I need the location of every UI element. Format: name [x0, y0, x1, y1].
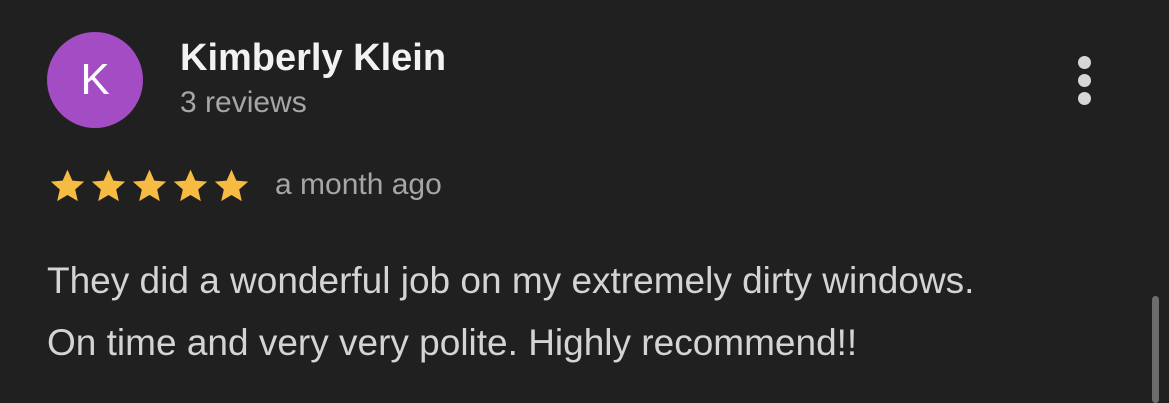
- author-review-count[interactable]: 3 reviews: [180, 86, 307, 120]
- star-icon: [132, 169, 167, 202]
- star-rating: [47, 166, 252, 206]
- avatar[interactable]: K: [47, 32, 143, 128]
- avatar-initial: K: [80, 55, 110, 104]
- more-vert-icon: [1078, 56, 1091, 69]
- scrollbar[interactable]: [1152, 296, 1159, 403]
- review-time: a month ago: [275, 168, 442, 201]
- star-icon: [214, 169, 249, 202]
- author-name[interactable]: Kimberly Klein: [180, 37, 446, 80]
- more-vert-icon-dot: [1078, 74, 1091, 87]
- review-text: They did a wonderful job on my extremely…: [47, 250, 1137, 374]
- more-options-button[interactable]: [1068, 52, 1102, 110]
- more-vert-icon-dot: [1078, 92, 1091, 105]
- review-text-line: They did a wonderful job on my extremely…: [47, 260, 975, 301]
- review-text-line: On time and very very polite. Highly rec…: [47, 322, 858, 363]
- star-icon: [91, 169, 126, 202]
- star-icon: [50, 169, 85, 202]
- star-icon: [173, 169, 208, 202]
